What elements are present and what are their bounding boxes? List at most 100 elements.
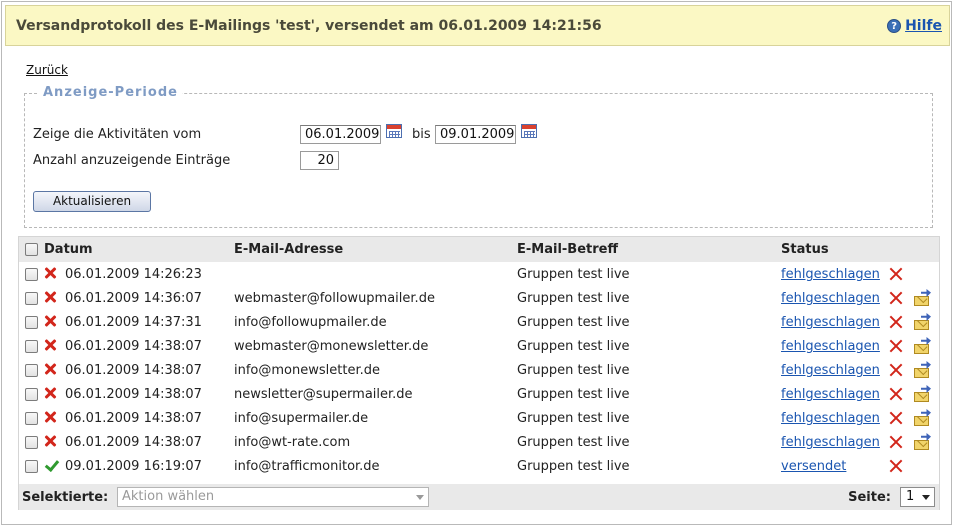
page-label: Seite:	[848, 490, 891, 505]
delete-icon[interactable]	[888, 434, 904, 450]
row-status-link[interactable]: fehlgeschlagen	[781, 363, 880, 378]
table-row: 06.01.2009 14:36:07 webmaster@followupmai…	[19, 286, 939, 310]
row-status-link[interactable]: versendet	[781, 459, 846, 474]
period-fieldset: Anzeige-Periode Zeige die Aktivitäten vo…	[24, 85, 933, 228]
delete-icon[interactable]	[888, 266, 904, 282]
success-icon	[45, 459, 59, 471]
from-date-input[interactable]: 06.01.2009	[300, 125, 381, 144]
row-email: newsletter@supermailer.de	[234, 387, 413, 402]
page-frame: Versandprotokoll des E-Mailings 'test', …	[1, 1, 952, 525]
row-email: info@trafficmonitor.de	[234, 459, 380, 474]
table-footer: Selektierte: Aktion wählen Seite: 1	[19, 484, 939, 510]
row-date: 06.01.2009 14:38:07	[65, 435, 202, 450]
failed-icon	[43, 386, 57, 400]
row-date: 06.01.2009 14:26:23	[65, 267, 202, 282]
row-subject: Gruppen test live	[517, 411, 630, 426]
row-checkbox[interactable]	[25, 436, 38, 449]
row-email: webmaster@followupmailer.de	[234, 291, 435, 306]
row-date: 06.01.2009 14:38:07	[65, 363, 202, 378]
failed-icon	[43, 314, 57, 328]
help-area[interactable]: ? Hilfe	[887, 18, 942, 34]
row-checkbox[interactable]	[25, 460, 38, 473]
page-select[interactable]: 1	[900, 487, 935, 507]
row-checkbox[interactable]	[25, 316, 38, 329]
row-subject: Gruppen test live	[517, 459, 630, 474]
calendar-icon[interactable]	[521, 124, 537, 138]
row-subject: Gruppen test live	[517, 363, 630, 378]
row-date: 06.01.2009 14:38:07	[65, 387, 202, 402]
row-status-link[interactable]: fehlgeschlagen	[781, 267, 880, 282]
row-status-link[interactable]: fehlgeschlagen	[781, 387, 880, 402]
row-checkbox[interactable]	[25, 292, 38, 305]
col-date[interactable]: Datum	[44, 242, 93, 257]
row-status-link[interactable]: fehlgeschlagen	[781, 435, 880, 450]
row-status-link[interactable]: fehlgeschlagen	[781, 411, 880, 426]
resend-icon[interactable]	[914, 385, 932, 403]
table-row: 06.01.2009 14:38:07 webmaster@monewslette…	[19, 334, 939, 358]
col-subject[interactable]: E-Mail-Betreff	[517, 242, 618, 257]
resend-icon[interactable]	[914, 289, 932, 307]
row-date: 06.01.2009 14:36:07	[65, 291, 202, 306]
row-checkbox[interactable]	[25, 412, 38, 425]
row-date: 06.01.2009 14:37:31	[65, 315, 202, 330]
delete-icon[interactable]	[888, 338, 904, 354]
row-checkbox[interactable]	[25, 268, 38, 281]
action-select-value: Aktion wählen	[122, 489, 215, 504]
row-email: webmaster@monewsletter.de	[234, 339, 429, 354]
period-legend: Anzeige-Periode	[39, 85, 182, 100]
resend-icon[interactable]	[914, 433, 932, 451]
row-status-link[interactable]: fehlgeschlagen	[781, 339, 880, 354]
to-label: bis	[412, 127, 431, 142]
row-email: info@monewsletter.de	[234, 363, 380, 378]
row-date: 06.01.2009 14:38:07	[65, 339, 202, 354]
failed-icon	[43, 434, 57, 448]
failed-icon	[43, 410, 57, 424]
delete-icon[interactable]	[888, 290, 904, 306]
row-subject: Gruppen test live	[517, 315, 630, 330]
row-status-link[interactable]: fehlgeschlagen	[781, 315, 880, 330]
back-link[interactable]: Zurück	[26, 63, 68, 77]
update-button[interactable]: Aktualisieren	[33, 191, 151, 212]
page-title: Versandprotokoll des E-Mailings 'test', …	[16, 18, 602, 34]
calendar-icon[interactable]	[386, 124, 402, 138]
table-row: 06.01.2009 14:38:07 info@wt-rate.com Grupp…	[19, 430, 939, 454]
table-row: 06.01.2009 14:26:23 Gruppen test live fehl…	[19, 262, 939, 286]
chevron-down-icon	[922, 495, 930, 500]
help-icon[interactable]: ?	[887, 19, 902, 33]
row-subject: Gruppen test live	[517, 267, 630, 282]
resend-icon[interactable]	[914, 409, 932, 427]
delete-icon[interactable]	[888, 362, 904, 378]
select-all-checkbox[interactable]	[25, 243, 38, 256]
row-checkbox[interactable]	[25, 340, 38, 353]
row-subject: Gruppen test live	[517, 435, 630, 450]
delete-icon[interactable]	[888, 314, 904, 330]
page-select-value: 1	[906, 489, 915, 504]
col-email[interactable]: E-Mail-Adresse	[234, 242, 343, 257]
resend-icon[interactable]	[914, 337, 932, 355]
col-status[interactable]: Status	[781, 242, 829, 257]
failed-icon	[43, 362, 57, 376]
help-link[interactable]: Hilfe	[905, 18, 942, 34]
table-row: 09.01.2009 16:19:07 info@trafficmonitor.d…	[19, 454, 939, 478]
count-label: Anzahl anzuzeigende Einträge	[33, 153, 231, 168]
delete-icon[interactable]	[888, 458, 904, 474]
row-checkbox[interactable]	[25, 364, 38, 377]
selected-label: Selektierte:	[22, 490, 109, 505]
table-row: 06.01.2009 14:38:07 newsletter@supermaile…	[19, 382, 939, 406]
table-row: 06.01.2009 14:38:07 info@supermailer.de Gr…	[19, 406, 939, 430]
failed-icon	[43, 266, 57, 280]
row-date: 06.01.2009 14:38:07	[65, 411, 202, 426]
to-date-input[interactable]: 09.01.2009	[435, 125, 516, 144]
resend-icon[interactable]	[914, 361, 932, 379]
chevron-down-icon	[416, 495, 424, 500]
failed-icon	[43, 290, 57, 304]
row-checkbox[interactable]	[25, 388, 38, 401]
count-input[interactable]: 20	[300, 151, 339, 170]
delete-icon[interactable]	[888, 386, 904, 402]
resend-icon[interactable]	[914, 313, 932, 331]
row-subject: Gruppen test live	[517, 339, 630, 354]
row-status-link[interactable]: fehlgeschlagen	[781, 291, 880, 306]
row-email: info@wt-rate.com	[234, 435, 351, 450]
action-select[interactable]: Aktion wählen	[117, 487, 429, 507]
delete-icon[interactable]	[888, 410, 904, 426]
